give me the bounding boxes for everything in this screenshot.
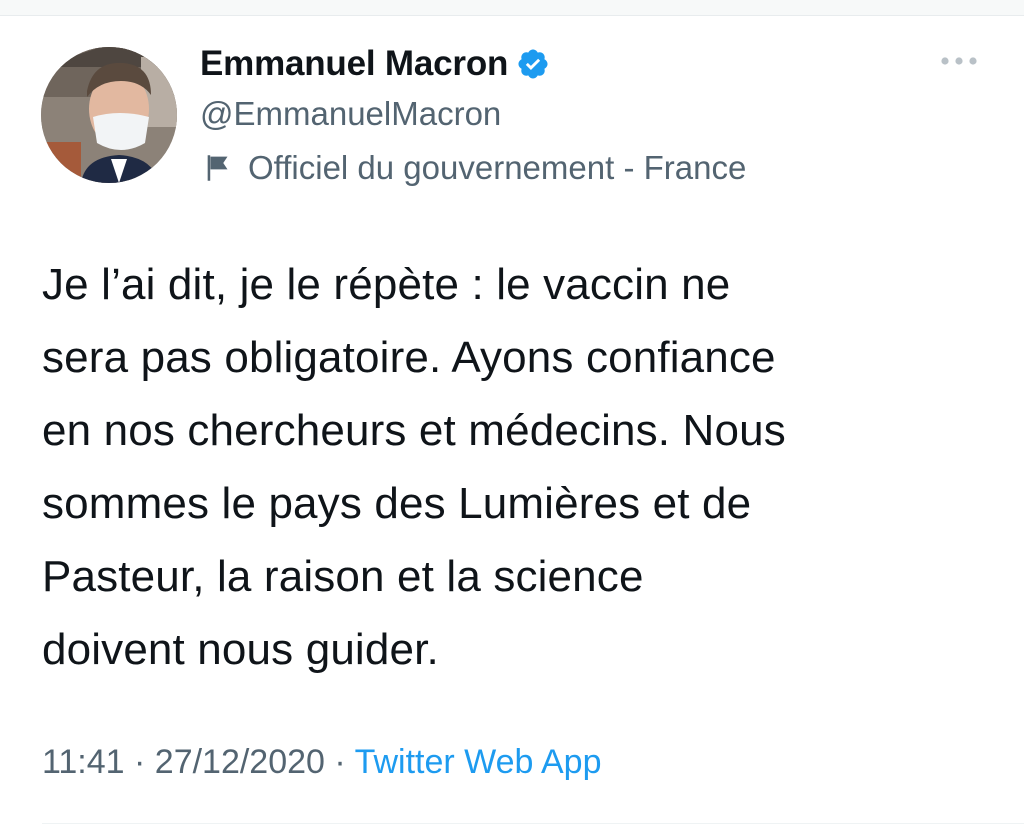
more-options-button[interactable]: [936, 48, 982, 74]
author-info: Emmanuel Macron @EmmanuelMacron Officiel…: [200, 44, 746, 187]
handle[interactable]: @EmmanuelMacron: [200, 95, 746, 133]
tweet-date[interactable]: 27/12/2020: [155, 743, 325, 781]
government-label: Officiel du gouvernement - France: [200, 149, 746, 187]
tweet-line: sera pas obligatoire. Ayons confiance: [42, 333, 776, 382]
meta-separator: ·: [124, 743, 155, 781]
flag-icon: [202, 151, 236, 185]
tweet-line: Pasteur, la raison et la science: [42, 552, 644, 601]
meta-separator: ·: [324, 743, 355, 781]
avatar[interactable]: [41, 47, 177, 183]
tweet-line: doivent nous guider.: [42, 625, 439, 674]
verified-badge-icon: [516, 47, 550, 81]
tweet: Emmanuel Macron @EmmanuelMacron Officiel…: [0, 16, 1024, 837]
display-name[interactable]: Emmanuel Macron: [200, 44, 508, 84]
tweet-source-link[interactable]: Twitter Web App: [355, 743, 602, 781]
avatar-photo: [41, 47, 177, 183]
top-edge: [0, 0, 1024, 16]
tweet-metadata: 11:41 · 27/12/2020 · Twitter Web App: [42, 743, 602, 782]
tweet-line: en nos chercheurs et médecins. Nous: [42, 406, 786, 455]
tweet-time[interactable]: 11:41: [42, 743, 125, 781]
name-row: Emmanuel Macron: [200, 44, 746, 84]
divider: [42, 823, 1024, 824]
tweet-line: Je l’ai dit, je le répète : le vaccin ne: [42, 260, 731, 309]
tweet-line: sommes le pays des Lumières et de: [42, 479, 752, 528]
government-label-text: Officiel du gouvernement - France: [248, 149, 747, 186]
tweet-text: Je l’ai dit, je le répète : le vaccin ne…: [42, 248, 1002, 686]
more-options-icon: [941, 57, 977, 65]
